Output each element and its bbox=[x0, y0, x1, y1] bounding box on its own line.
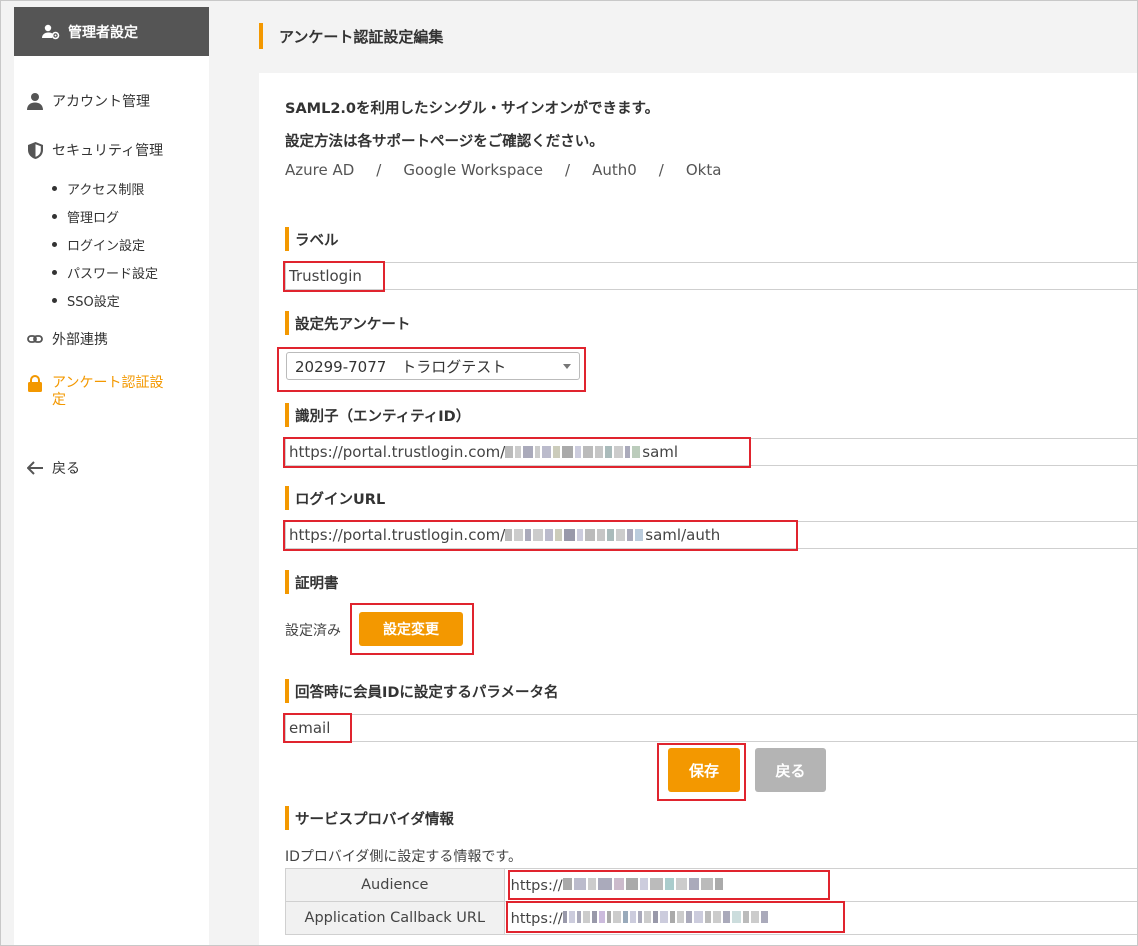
person-icon bbox=[26, 92, 44, 110]
lock-icon bbox=[26, 375, 44, 392]
intro-line-1: SAML2.0を利用したシングル・サインオンができます。 bbox=[285, 101, 660, 117]
sidebar-subitem-sso-settings[interactable]: SSO設定 bbox=[52, 291, 120, 310]
redacted-text bbox=[562, 877, 725, 891]
label-input[interactable]: Trustlogin bbox=[285, 262, 1138, 290]
sidebar-item-account[interactable]: アカウント管理 bbox=[26, 91, 150, 111]
sidebar-item-label: アカウント管理 bbox=[52, 94, 150, 110]
link-auth0[interactable]: Auth0 bbox=[592, 161, 637, 179]
bullet-icon bbox=[52, 270, 57, 275]
sidebar-back-link[interactable]: 戻る bbox=[26, 458, 80, 478]
page-title-text: アンケート認証設定編集 bbox=[279, 27, 444, 46]
table-row: Audience https:// bbox=[285, 868, 1138, 902]
service-provider-description: IDプロバイダ側に設定する情報です。 bbox=[285, 849, 522, 865]
bullet-icon bbox=[52, 298, 57, 303]
main-panel: SAML2.0を利用したシングル・サインオンができます。 設定方法は各サポートペ… bbox=[259, 73, 1138, 946]
bullet-icon bbox=[52, 186, 57, 191]
entity-id-suffix: saml bbox=[642, 443, 679, 461]
label-input-value: Trustlogin bbox=[289, 267, 362, 285]
sidebar-item-security[interactable]: セキュリティ管理 bbox=[26, 140, 163, 160]
login-url-prefix: https://portal.trustlogin.com/ bbox=[289, 526, 506, 544]
sidebar-item-label: 戻る bbox=[52, 461, 80, 477]
table-row: Application Callback URL https:// bbox=[285, 901, 1138, 935]
member-id-section-title: 回答時に会員IDに設定するパラメータ名 bbox=[285, 679, 559, 703]
sidebar-item-label: 外部連携 bbox=[52, 332, 108, 348]
link-icon bbox=[26, 333, 44, 345]
change-certificate-button[interactable]: 設定変更 bbox=[359, 612, 463, 646]
certificate-section-title: 証明書 bbox=[285, 570, 339, 594]
intro-line-2: 設定方法は各サポートページをご確認ください。 bbox=[285, 134, 604, 150]
redacted-text bbox=[505, 528, 645, 542]
callback-url-prefix: https:// bbox=[510, 910, 563, 927]
service-provider-table: Audience https:// Application Callback U… bbox=[285, 868, 1138, 935]
link-separator: / bbox=[376, 161, 382, 179]
service-provider-section-title: サービスプロバイダ情報 bbox=[285, 806, 454, 830]
redacted-text bbox=[562, 910, 770, 924]
login-url-section-title: ログインURL bbox=[285, 486, 385, 510]
entity-id-prefix: https://portal.trustlogin.com/ bbox=[289, 443, 506, 461]
chevron-down-icon bbox=[563, 364, 571, 369]
sidebar-subitem-admin-log[interactable]: 管理ログ bbox=[52, 207, 119, 226]
arrow-left-icon bbox=[26, 461, 44, 475]
survey-select[interactable]: 20299-7077 トラログテスト bbox=[286, 352, 580, 380]
entity-id-input[interactable]: https://portal.trustlogin.com/ saml bbox=[285, 438, 1138, 466]
sidebar-subitem-label: アクセス制限 bbox=[67, 183, 145, 198]
link-okta[interactable]: Okta bbox=[686, 161, 722, 179]
audience-prefix: https:// bbox=[510, 877, 563, 894]
admin-settings-icon bbox=[42, 24, 60, 40]
sidebar-subitem-password-settings[interactable]: パスワード設定 bbox=[52, 263, 158, 282]
support-links: Azure AD / Google Workspace / Auth0 / Ok… bbox=[285, 161, 721, 179]
audience-value: https:// bbox=[503, 868, 1138, 902]
sidebar-subitem-label: SSO設定 bbox=[67, 295, 120, 310]
login-url-input[interactable]: https://portal.trustlogin.com/ saml/auth bbox=[285, 521, 1138, 549]
entity-id-section-title: 識別子（エンティティID） bbox=[285, 403, 470, 427]
callback-url-value: https:// bbox=[503, 901, 1138, 935]
sidebar-subitem-label: ログイン設定 bbox=[67, 239, 146, 254]
sidebar-subitem-access-restriction[interactable]: アクセス制限 bbox=[52, 179, 144, 198]
sidebar-subitem-label: 管理ログ bbox=[67, 211, 120, 226]
sidebar-item-external-integration[interactable]: 外部連携 bbox=[26, 329, 108, 349]
sidebar-header-label: 管理者設定 bbox=[68, 24, 138, 41]
sidebar-subitem-login-settings[interactable]: ログイン設定 bbox=[52, 235, 145, 254]
label-section-title: ラベル bbox=[285, 227, 339, 251]
link-separator: / bbox=[565, 161, 571, 179]
sidebar-item-label: アンケート認証設定 bbox=[52, 375, 164, 408]
redacted-text bbox=[505, 445, 642, 459]
bullet-icon bbox=[52, 242, 57, 247]
sidebar-subitem-label: パスワード設定 bbox=[67, 267, 159, 282]
member-id-input[interactable]: email bbox=[285, 714, 1138, 742]
bullet-icon bbox=[52, 214, 57, 219]
survey-select-value: 20299-7077 トラログテスト bbox=[295, 357, 507, 376]
audience-label: Audience bbox=[285, 868, 505, 902]
link-google-workspace[interactable]: Google Workspace bbox=[403, 161, 543, 179]
back-button[interactable]: 戻る bbox=[755, 748, 826, 792]
sidebar-header: 管理者設定 bbox=[14, 7, 209, 56]
page-title: アンケート認証設定編集 bbox=[259, 23, 443, 49]
login-url-suffix: saml/auth bbox=[645, 526, 721, 544]
survey-section-title: 設定先アンケート bbox=[285, 311, 410, 335]
save-button[interactable]: 保存 bbox=[668, 748, 740, 792]
sidebar: 管理者設定 アカウント管理 セキュリティ管理 アクセス制限 管理ログ ログイン設… bbox=[14, 7, 209, 946]
link-separator: / bbox=[658, 161, 664, 179]
sidebar-item-survey-auth[interactable]: アンケート認証設定 bbox=[26, 375, 170, 409]
certificate-status: 設定済み bbox=[285, 623, 341, 639]
sidebar-item-label: セキュリティ管理 bbox=[52, 143, 164, 159]
shield-icon bbox=[26, 141, 44, 159]
callback-url-label: Application Callback URL bbox=[285, 901, 505, 935]
member-id-value: email bbox=[289, 719, 331, 737]
link-azure-ad[interactable]: Azure AD bbox=[285, 161, 354, 179]
